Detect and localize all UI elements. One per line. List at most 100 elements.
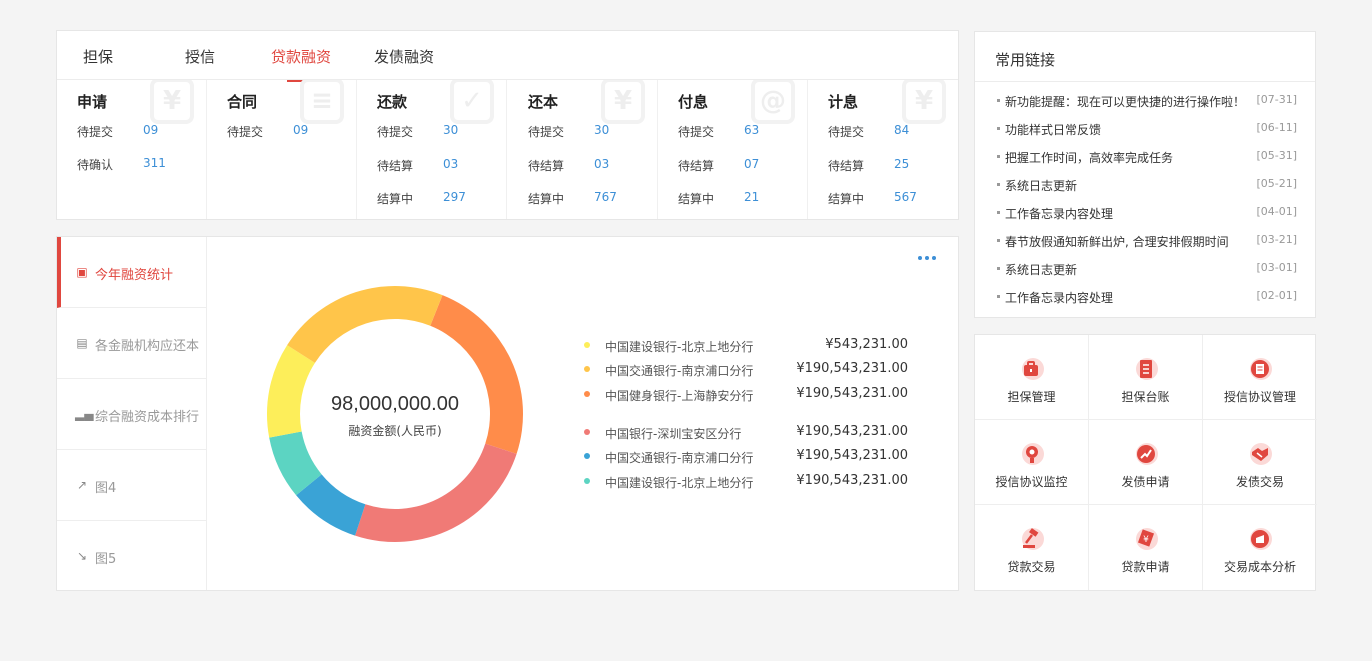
nav-item-cost-ranking[interactable]: ▂▄ 综合融资成本排行 <box>57 379 207 450</box>
legend-name: 中国建设银行-北京上地分行 <box>605 340 754 354</box>
watermark-icon: ¥ <box>601 80 645 124</box>
link-item[interactable]: 功能样式日常反馈 [06-11] <box>997 121 1297 137</box>
link-item[interactable]: 工作备忘录内容处理 [02-01] <box>997 289 1297 305</box>
legend-name: 中国健身银行-上海静安分行 <box>605 389 754 403</box>
link-item[interactable]: 系统日志更新 [03-01] <box>997 261 1297 277</box>
status-row[interactable]: 结算中 297 <box>377 190 497 206</box>
quick-guarantee-management[interactable]: 担保管理 <box>975 335 1089 420</box>
quick-guarantee-ledger[interactable]: 担保台账 <box>1089 335 1203 420</box>
status-row[interactable]: 结算中 567 <box>828 190 948 206</box>
status-count[interactable]: 297 <box>443 190 466 204</box>
status-row[interactable]: 待结算 07 <box>678 157 798 173</box>
status-count[interactable]: 767 <box>594 190 617 204</box>
status-count[interactable]: 311 <box>143 156 166 170</box>
status-row[interactable]: 结算中 21 <box>678 190 798 206</box>
quick-label: 贷款申请 <box>1121 560 1170 574</box>
link-text[interactable]: 春节放假通知新鲜出炉, 合理安排假期时间 <box>1005 233 1229 250</box>
quick-transaction-cost-analysis[interactable]: 交易成本分析 <box>1203 505 1317 590</box>
status-label: 待提交 <box>377 125 414 139</box>
status-row[interactable]: 待结算 03 <box>377 157 497 173</box>
panel-title: 常用链接 <box>995 51 1056 69</box>
status-row[interactable]: 待提交 09 <box>77 123 197 139</box>
status-row[interactable]: 待提交 30 <box>528 123 648 139</box>
status-count[interactable]: 03 <box>594 157 609 171</box>
column-title: 还本 <box>528 93 559 111</box>
tab-loan-financing[interactable]: 贷款融资 <box>271 46 331 82</box>
link-text[interactable]: 把握工作时间，高效率完成任务 <box>1005 149 1173 166</box>
status-count[interactable]: 09 <box>143 123 158 137</box>
nav-item-chart5[interactable]: ↘ 图5 <box>57 521 207 592</box>
column-title: 合同 <box>227 93 258 111</box>
status-count[interactable]: 03 <box>443 157 458 171</box>
legend-swatch <box>584 391 590 397</box>
nav-item-chart4[interactable]: ↗ 图4 <box>57 450 207 521</box>
legend-name: 中国交通银行-南京浦口分行 <box>605 364 754 378</box>
status-row[interactable]: 待结算 25 <box>828 157 948 173</box>
link-item[interactable]: 工作备忘录内容处理 [04-01] <box>997 205 1297 221</box>
quick-label: 担保台账 <box>1121 390 1170 404</box>
status-label: 待提交 <box>77 125 114 139</box>
gavel-icon <box>1022 528 1044 550</box>
status-count[interactable]: 09 <box>293 123 308 137</box>
status-row[interactable]: 结算中 767 <box>528 190 648 206</box>
status-row[interactable]: 待提交 30 <box>377 123 497 139</box>
financing-stats-panel: ▣ 今年融资统计 ▤ 各金融机构应还本 ▂▄ 综合融资成本排行 ↗ 图4 ↘ 图… <box>56 236 959 591</box>
more-options-button[interactable] <box>918 251 940 265</box>
link-text[interactable]: 工作备忘录内容处理 <box>1005 205 1113 222</box>
svg-text:¥: ¥ <box>1143 535 1149 545</box>
link-text[interactable]: 功能样式日常反馈 <box>1005 121 1101 138</box>
column-contract: ≡ 合同 待提交 09 <box>207 80 357 219</box>
link-date: [05-31] <box>1256 149 1297 162</box>
status-count[interactable]: 30 <box>594 123 609 137</box>
status-label: 结算中 <box>528 192 565 206</box>
legend-item: 中国银行-深圳宝安区分行 ¥190,543,231.00 <box>580 424 910 442</box>
tab-credit[interactable]: 授信 <box>185 46 215 67</box>
legend-amount: ¥190,543,231.00 <box>796 473 908 488</box>
link-date: [07-31] <box>1256 93 1297 106</box>
link-item[interactable]: 系统日志更新 [05-21] <box>997 177 1297 193</box>
legend-name: 中国建设银行-北京上地分行 <box>605 476 754 490</box>
link-text[interactable]: 系统日志更新 <box>1005 261 1077 278</box>
quick-bond-application[interactable]: 发债申请 <box>1089 420 1203 505</box>
nav-item-institution-principal[interactable]: ▤ 各金融机构应还本 <box>57 308 207 379</box>
quick-bond-trading[interactable]: 发债交易 <box>1203 420 1317 505</box>
quick-label: 发债交易 <box>1235 475 1284 489</box>
status-row[interactable]: 待结算 03 <box>528 157 648 173</box>
link-item[interactable]: 春节放假通知新鲜出炉, 合理安排假期时间 [03-21] <box>997 233 1297 249</box>
financing-donut-chart: 98,000,000.00 融资金额(人民币) <box>267 286 523 542</box>
quick-credit-agreement-management[interactable]: 授信协议管理 <box>1203 335 1317 420</box>
status-label: 待结算 <box>528 159 565 173</box>
link-item[interactable]: 把握工作时间，高效率完成任务 [05-31] <box>997 149 1297 165</box>
status-count[interactable]: 567 <box>894 190 917 204</box>
status-row[interactable]: 待提交 63 <box>678 123 798 139</box>
status-row[interactable]: 待提交 09 <box>227 123 347 139</box>
link-date: [03-21] <box>1256 233 1297 246</box>
status-count[interactable]: 25 <box>894 157 909 171</box>
tab-guarantee[interactable]: 担保 <box>83 46 113 67</box>
tab-bond-financing[interactable]: 发债融资 <box>374 46 434 67</box>
status-count[interactable]: 30 <box>443 123 458 137</box>
status-row[interactable]: 待提交 84 <box>828 123 948 139</box>
trend-up-icon: ↗ <box>76 478 88 492</box>
legend-amount: ¥190,543,231.00 <box>796 361 908 376</box>
nav-item-label: 今年融资统计 <box>95 268 174 283</box>
status-count[interactable]: 21 <box>744 190 759 204</box>
bullet-icon <box>997 267 1000 270</box>
status-row[interactable]: 待确认 311 <box>77 156 197 172</box>
bullet-icon <box>997 211 1000 214</box>
status-count[interactable]: 07 <box>744 157 759 171</box>
status-count[interactable]: 84 <box>894 123 909 137</box>
nav-item-annual-financing[interactable]: ▣ 今年融资统计 <box>57 237 207 308</box>
quick-credit-agreement-monitoring[interactable]: 授信协议监控 <box>975 420 1089 505</box>
link-text[interactable]: 系统日志更新 <box>1005 177 1077 194</box>
quick-loan-application[interactable]: ¥ 贷款申请 <box>1089 505 1203 590</box>
link-item[interactable]: 新功能提醒：现在可以更快捷的进行操作啦！ [07-31] <box>997 93 1297 109</box>
status-count[interactable]: 63 <box>744 123 759 137</box>
quick-label: 担保管理 <box>1007 390 1056 404</box>
quick-loan-trading[interactable]: 贷款交易 <box>975 505 1089 590</box>
nav-item-label: 综合融资成本排行 <box>95 410 200 425</box>
link-text[interactable]: 新功能提醒：现在可以更快捷的进行操作啦！ <box>1005 93 1245 110</box>
link-text[interactable]: 工作备忘录内容处理 <box>1005 289 1113 306</box>
chart-icon: ▣ <box>76 265 88 279</box>
donut-slice <box>267 345 315 438</box>
